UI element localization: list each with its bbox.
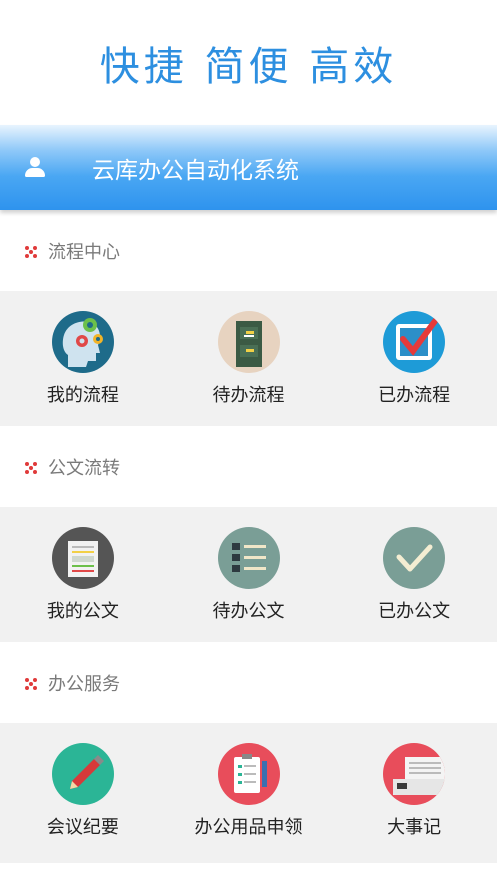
red-dots-icon [25, 462, 37, 474]
my-process-button[interactable]: 我的流程 [0, 291, 166, 426]
pending-process-button[interactable]: 待办流程 [166, 291, 332, 426]
red-dots-icon [25, 678, 37, 690]
pending-document-button[interactable]: 待办公文 [166, 507, 332, 642]
item-label: 待办流程 [212, 385, 285, 406]
item-label: 已办流程 [378, 385, 451, 406]
chronicle-button[interactable]: 大事记 [331, 723, 497, 863]
head-gears-icon [51, 311, 114, 373]
item-label: 会议纪要 [46, 817, 119, 838]
section-title: 公文流转 [48, 457, 120, 479]
printer-icon [383, 743, 446, 805]
my-document-button[interactable]: 我的公文 [0, 507, 166, 642]
section-header-office-services: 办公服务 [0, 642, 497, 723]
section-document-flow: 我的公文 待办公文 已办公文 [0, 507, 497, 642]
done-document-button[interactable]: 已办公文 [331, 507, 497, 642]
slogan: 快捷 简便 高效 [99, 43, 398, 90]
section-office-services: 会议纪要 办公用品申领 大事记 [0, 723, 497, 863]
section-title: 办公服务 [48, 673, 120, 695]
item-label: 已办公文 [378, 601, 451, 622]
clipboard-icon [217, 743, 280, 805]
red-dots-icon [25, 246, 37, 258]
item-label: 我的流程 [46, 385, 119, 406]
system-banner[interactable]: 云库办公自动化系统 [0, 125, 497, 210]
item-label: 办公用品申领 [194, 817, 303, 838]
meeting-minutes-button[interactable]: 会议纪要 [0, 723, 166, 863]
checkbox-icon [383, 311, 446, 373]
section-process-center: 我的流程 待办流程 已办流程 [0, 291, 497, 426]
item-label: 我的公文 [46, 601, 119, 622]
section-header-document-flow: 公文流转 [0, 426, 497, 507]
list-icon [217, 527, 280, 589]
checkmark-icon [383, 527, 446, 589]
done-process-button[interactable]: 已办流程 [331, 291, 497, 426]
file-cabinet-icon [217, 311, 280, 373]
document-icon [51, 527, 114, 589]
item-label: 待办公文 [212, 601, 285, 622]
pencil-icon [51, 743, 114, 805]
office-supplies-button[interactable]: 办公用品申领 [166, 723, 332, 863]
item-label: 大事记 [387, 817, 442, 838]
system-title: 云库办公自动化系统 [92, 157, 299, 184]
section-header-process-center: 流程中心 [0, 210, 497, 291]
user-icon[interactable] [24, 156, 46, 179]
section-title: 流程中心 [48, 241, 120, 263]
